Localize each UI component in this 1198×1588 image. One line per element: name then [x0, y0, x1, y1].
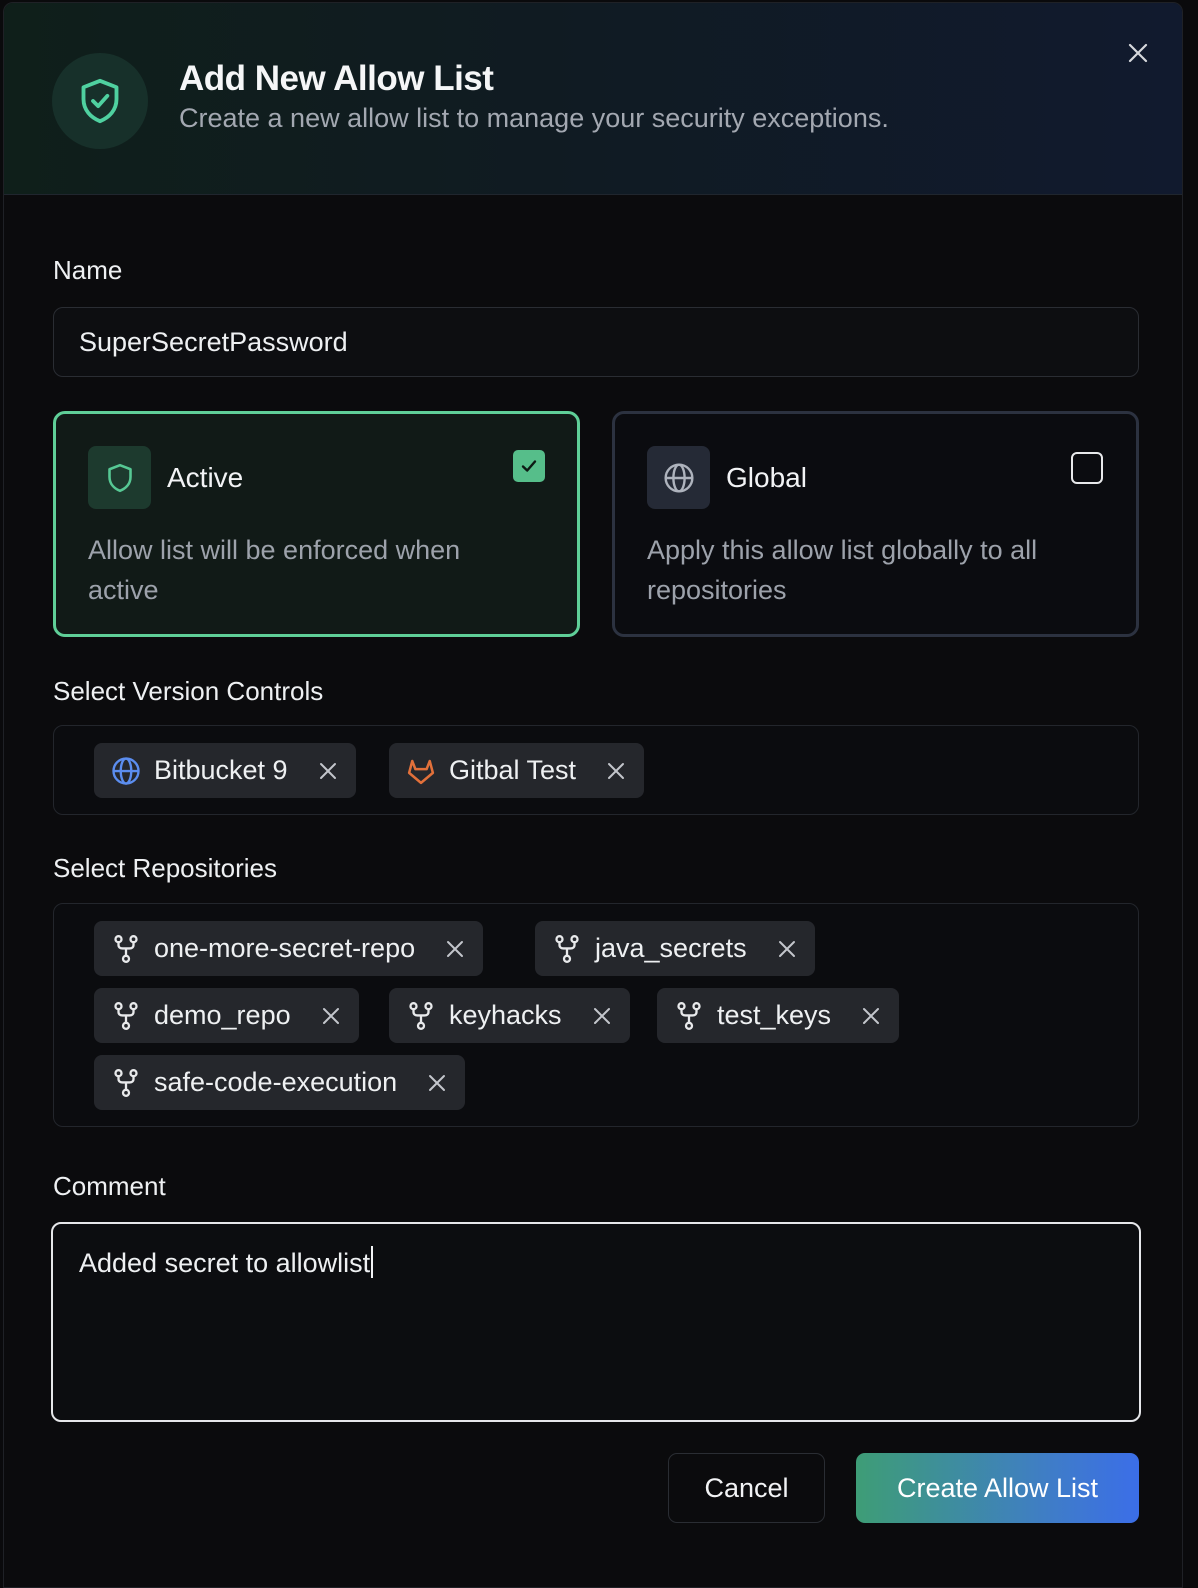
remove-chip-icon[interactable] [314, 757, 342, 785]
repo-fork-icon [405, 1000, 437, 1032]
repository-chip: java_secrets [535, 921, 815, 976]
global-option-title: Global [726, 462, 807, 493]
repo-fork-icon [110, 1000, 142, 1032]
globe-icon [647, 446, 710, 509]
dialog-title: Add New Allow List [179, 59, 494, 98]
global-option-card[interactable]: Global Apply this allow list globally to… [612, 411, 1139, 637]
repository-chip: safe-code-execution [94, 1055, 466, 1110]
create-allow-list-button[interactable]: Create Allow List [856, 1453, 1139, 1523]
version-control-chip: Gitbal Test [389, 743, 645, 798]
name-input[interactable]: SuperSecretPassword [53, 307, 1139, 377]
add-allow-list-dialog: Add New Allow List Create a new allow li… [3, 2, 1183, 1588]
dialog-subtitle: Create a new allow list to manage your s… [179, 103, 889, 133]
chip-label: test_keys [717, 1000, 832, 1030]
repo-fork-icon [110, 933, 142, 965]
repo-fork-icon [551, 933, 583, 965]
dialog-header: Add New Allow List Create a new allow li… [4, 3, 1182, 195]
version-control-chip: Bitbucket 9 [94, 743, 356, 798]
cancel-button[interactable]: Cancel [668, 1453, 825, 1523]
shield-icon [88, 446, 151, 509]
comment-label: Comment [53, 1171, 166, 1201]
chip-label: safe-code-execution [154, 1067, 398, 1097]
remove-chip-icon[interactable] [857, 1002, 885, 1030]
active-option-card[interactable]: Active Allow list will be enforced when … [53, 411, 580, 637]
comment-text: Added secret to allowlist [79, 1248, 371, 1278]
repositories-label: Select Repositories [53, 853, 277, 883]
remove-chip-icon[interactable] [602, 757, 630, 785]
text-cursor [371, 1246, 374, 1278]
chip-label: java_secrets [595, 933, 747, 963]
active-option-title: Active [167, 462, 244, 493]
version-controls-select[interactable]: Bitbucket 9 Gitbal Test [53, 725, 1139, 815]
gitlab-icon [405, 755, 437, 787]
repository-chip: one-more-secret-repo [94, 921, 484, 976]
comment-textarea[interactable]: Added secret to allowlist [51, 1222, 1141, 1422]
repository-chip: keyhacks [389, 988, 630, 1043]
active-checkbox[interactable] [513, 450, 545, 482]
global-checkbox[interactable] [1071, 452, 1103, 484]
chip-label: Bitbucket 9 [154, 755, 288, 785]
shield-check-icon [52, 53, 148, 149]
repository-chip: test_keys [657, 988, 900, 1043]
chip-label: keyhacks [449, 1000, 562, 1030]
chip-label: Gitbal Test [449, 755, 577, 785]
repository-chip: demo_repo [94, 988, 359, 1043]
repositories-select[interactable]: one-more-secret-repo java_secrets demo_r… [53, 903, 1139, 1127]
remove-chip-icon[interactable] [423, 1069, 451, 1097]
remove-chip-icon[interactable] [317, 1002, 345, 1030]
active-option-description: Allow list will be enforced when active [88, 535, 461, 605]
close-icon[interactable] [1122, 37, 1154, 69]
chip-label: demo_repo [154, 1000, 291, 1030]
chip-label: one-more-secret-repo [154, 933, 416, 963]
repo-fork-icon [673, 1000, 705, 1032]
remove-chip-icon[interactable] [773, 935, 801, 963]
globe-icon [110, 755, 142, 787]
repo-fork-icon [110, 1067, 142, 1099]
global-option-description: Apply this allow list globally to all re… [647, 535, 1038, 605]
name-label: Name [53, 255, 123, 285]
remove-chip-icon[interactable] [441, 935, 469, 963]
remove-chip-icon[interactable] [588, 1002, 616, 1030]
version-controls-label: Select Version Controls [53, 676, 324, 706]
